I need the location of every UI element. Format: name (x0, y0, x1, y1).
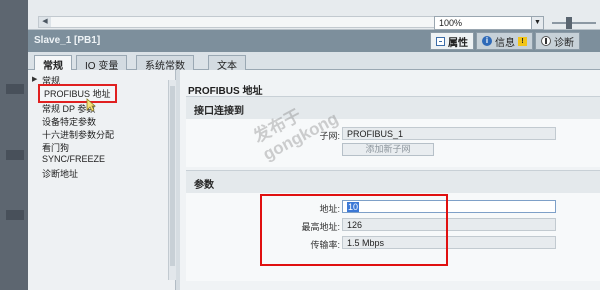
interface-section: 接口连接到 子网: PROFIBUS_1 添加新子网 (186, 96, 600, 167)
horizontal-scrollbar[interactable]: ◀ ▶ (38, 16, 448, 28)
content-heading: PROFIBUS 地址 (188, 86, 263, 97)
mouse-cursor-icon (86, 98, 96, 112)
gutter-handle[interactable] (6, 210, 24, 220)
inspector-tabs: 属性 i 信息 ! 诊断 (430, 32, 582, 52)
main-tabs: 常规 IO 变量 系统常数 文本 (28, 52, 600, 72)
interface-section-body: 子网: PROFIBUS_1 添加新子网 (186, 119, 600, 167)
warning-icon: ! (518, 36, 527, 46)
tab-info-label: 信息 (495, 37, 515, 49)
properties-icon (436, 36, 445, 46)
diagnostics-icon (541, 36, 551, 46)
scroll-left-icon[interactable]: ◀ (39, 17, 51, 27)
subnet-select[interactable]: PROFIBUS_1 (342, 127, 556, 140)
zoom-slider[interactable] (552, 17, 596, 29)
left-gutter (0, 0, 28, 290)
tab-system-constants[interactable]: 系统常数 (136, 55, 194, 72)
expand-triangle-icon[interactable]: ▶ (32, 75, 37, 83)
property-nav: ▶ 常规 PROFIBUS 地址 常规 DP 参数 设备特定参数 十六进制参数分… (28, 70, 176, 290)
tab-properties[interactable]: 属性 (430, 32, 474, 50)
inspector-titlebar: Slave_1 [PB1] 属性 i 信息 ! 诊断 (28, 30, 600, 52)
nav-scrollbar[interactable] (168, 80, 176, 280)
gutter-handle[interactable] (6, 150, 24, 160)
property-content: PROFIBUS 地址 接口连接到 子网: PROFIBUS_1 添加新子网 参… (180, 70, 600, 290)
gutter-handle[interactable] (6, 84, 24, 94)
highlight-box (260, 194, 448, 266)
add-subnet-button[interactable]: 添加新子网 (342, 143, 434, 156)
nav-item-diagnostic-address[interactable]: 诊断地址 (42, 167, 78, 180)
info-icon: i (482, 36, 492, 46)
tab-diagnostics[interactable]: 诊断 (535, 32, 580, 50)
tab-diagnostics-label: 诊断 (554, 37, 574, 49)
params-section-title: 参数 (194, 180, 214, 191)
interface-section-title: 接口连接到 (194, 106, 244, 117)
nav-item-sync-freeze[interactable]: SYNC/FREEZE (42, 154, 105, 164)
zoom-slider-knob[interactable] (566, 17, 572, 29)
zoom-value: 100% (439, 18, 463, 28)
zoom-select[interactable]: 100% ▼ (434, 16, 544, 30)
tab-general[interactable]: 常规 (34, 55, 72, 72)
tab-info[interactable]: i 信息 ! (476, 32, 533, 50)
tab-io-tags[interactable]: IO 变量 (76, 55, 128, 72)
nav-item-hex-param-assignment[interactable]: 十六进制参数分配 (42, 128, 114, 141)
tab-texts[interactable]: 文本 (208, 55, 246, 72)
tab-properties-label: 属性 (448, 37, 468, 49)
nav-scrollbar-thumb[interactable] (170, 86, 175, 266)
nav-item-profibus-address[interactable]: PROFIBUS 地址 (38, 84, 117, 103)
nav-item-watchdog[interactable]: 看门狗 (42, 141, 69, 154)
chevron-down-icon[interactable]: ▼ (531, 17, 543, 29)
nav-item-device-specific-params[interactable]: 设备特定参数 (42, 115, 96, 128)
inspector-title: Slave_1 [PB1] (34, 35, 101, 46)
